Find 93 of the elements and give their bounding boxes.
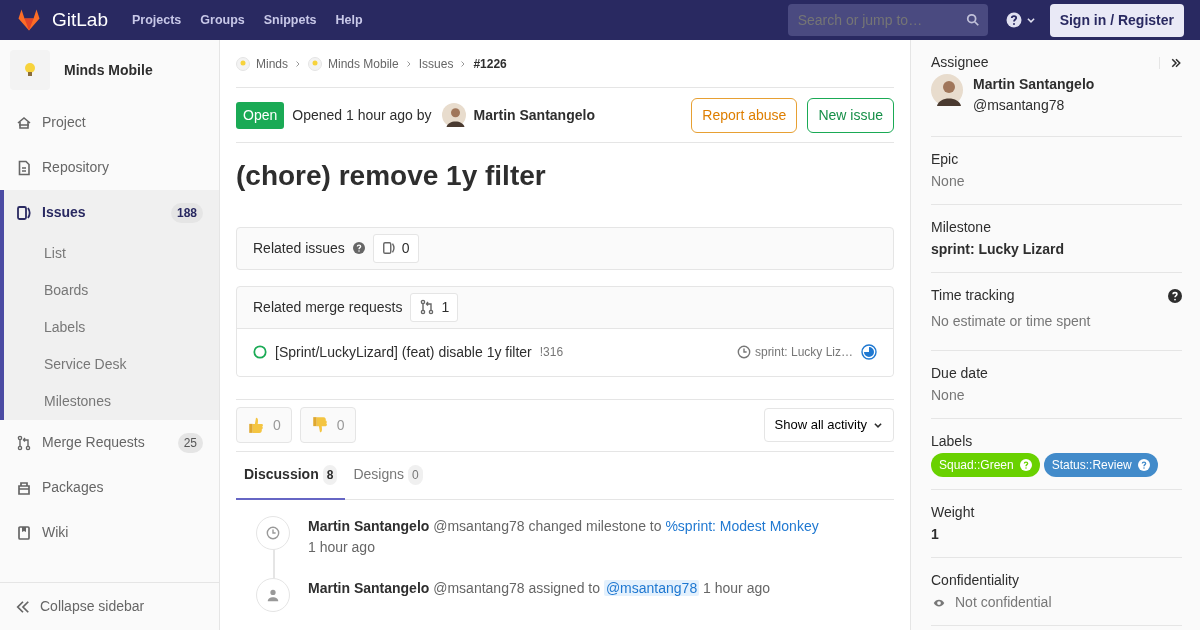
count-text: 1 (441, 297, 450, 317)
pipeline-status-icon (861, 344, 877, 361)
field-label: Due date (931, 364, 988, 383)
breadcrumb-link[interactable]: #1226 (473, 54, 507, 73)
user-mention-link[interactable]: @msantang78 (603, 579, 700, 596)
help-icon (1005, 12, 1022, 28)
open-status-icon (253, 345, 267, 360)
thumbs-down-icon (310, 416, 329, 435)
issue-title: (chore) remove 1y filter (236, 159, 547, 193)
breadcrumb-link[interactable]: Minds Mobile (328, 54, 399, 73)
field-value: No estimate or time spent (931, 312, 1092, 331)
chevron-down-icon (1025, 15, 1036, 25)
count-badge: 25 (177, 432, 203, 453)
help-icon[interactable] (1168, 289, 1182, 303)
activity-note: Martin Santangelo @msantang78 assigned to @msantang78 1 hour ago (308, 578, 772, 598)
package-icon (16, 479, 32, 496)
sidebar-subitem[interactable]: Labels (4, 309, 219, 346)
sidebar-item[interactable]: Wiki (0, 510, 219, 555)
activity-filter-dropdown[interactable]: Show all activity (763, 408, 894, 442)
assignee-name[interactable]: Martin Santangelo (973, 74, 1095, 95)
field-value: sprint: Lucky Lizard (931, 240, 1066, 259)
breadcrumb-link[interactable]: Minds (256, 54, 288, 73)
sidebar-item[interactable]: Project (0, 100, 219, 145)
help-icon (1019, 459, 1032, 471)
sidebar-subitem[interactable]: Boards (4, 272, 219, 309)
double-chevron-left-icon (16, 599, 30, 614)
breadcrumb-link[interactable]: Issues (418, 54, 454, 73)
tab[interactable]: Discussion 8 (236, 451, 346, 500)
field-value: 1 (931, 525, 940, 544)
field-value: None (931, 386, 966, 405)
sidebar-item[interactable]: Merge Requests 25 (0, 420, 219, 465)
assignee-username: @msantang78 (973, 96, 1066, 115)
author-link[interactable]: Martin Santangelo (473, 104, 595, 126)
thumbs-up-icon (247, 416, 265, 435)
user-icon (266, 587, 280, 602)
issues-icon (381, 241, 396, 256)
count-badge: 0 (408, 464, 423, 485)
field-label: Labels (931, 432, 974, 451)
sidebar-item[interactable]: Repository (0, 145, 219, 190)
field-label: Confidentiality (931, 571, 1020, 590)
fox-logo-icon[interactable] (16, 8, 42, 32)
field-label: Time tracking (931, 286, 1015, 305)
document-icon (16, 159, 32, 176)
nav-link[interactable]: Groups (200, 10, 245, 30)
help-menu-button[interactable] (1005, 12, 1036, 28)
help-icon (352, 242, 365, 255)
new-issue-button[interactable]: New issue (807, 97, 894, 133)
double-chevron-right-icon[interactable] (1159, 57, 1182, 69)
milestone-text: sprint: Lucky Liz… (754, 344, 853, 362)
clock-icon (736, 345, 751, 360)
sign-in-button[interactable]: Sign in / Register (1049, 3, 1184, 37)
chevron-right-icon (294, 58, 302, 69)
panel-title: Related issues (253, 238, 345, 258)
help-icon (1137, 459, 1150, 471)
status-badge: Open (236, 101, 285, 129)
field-value: None (931, 172, 966, 191)
count-badge: 8 (322, 464, 338, 485)
search-icon (965, 13, 980, 27)
clock-icon (266, 525, 280, 540)
report-abuse-button[interactable]: Report abuse (691, 97, 798, 133)
chevron-right-icon (404, 58, 413, 69)
book-icon (16, 524, 32, 541)
count-text: 0 (401, 238, 410, 258)
sidebar-subitem[interactable]: Service Desk (4, 346, 219, 383)
label-tag[interactable]: Status::Review (1043, 453, 1158, 477)
field-value: Not confidential (955, 593, 1052, 612)
sidebar-item[interactable]: Issues 188 (4, 190, 219, 235)
activity-note: Martin Santangelo @msantang78 changed milestone to %sprint: Modest Monkey 1 hour ago (308, 516, 820, 557)
avatar[interactable] (441, 103, 466, 127)
merge-request-link[interactable]: [Sprint/LuckyLizard] (feat) disable 1y filter (275, 341, 532, 363)
milestone-link[interactable]: %sprint: Modest Monkey (665, 517, 819, 534)
sidebar-subitem[interactable]: List (4, 235, 219, 272)
issues-icon (16, 204, 32, 221)
brand-name[interactable]: GitLab (52, 5, 108, 35)
count-badge: 188 (170, 202, 203, 223)
sidebar-subitem[interactable]: Milestones (4, 383, 219, 420)
field-label: Milestone (931, 218, 991, 237)
field-label: Assignee (931, 53, 989, 72)
home-icon (16, 114, 32, 131)
avatar[interactable] (931, 74, 963, 106)
merge-request-icon (16, 434, 32, 451)
field-label: Epic (931, 150, 959, 169)
nav-link[interactable]: Projects (132, 10, 182, 30)
tab[interactable]: Designs 0 (345, 451, 431, 500)
field-label: Weight (931, 503, 976, 522)
panel-title: Related merge requests (253, 297, 403, 317)
merge-request-icon (419, 299, 436, 316)
sidebar-item[interactable]: Packages (0, 465, 219, 510)
merge-request-ref: !316 (539, 344, 564, 362)
project-name[interactable]: Minds Mobile (64, 59, 153, 81)
opened-text: Opened 1 hour ago by (292, 105, 432, 125)
nav-link[interactable]: Snippets (263, 10, 317, 30)
nav-link[interactable]: Help (335, 10, 363, 30)
